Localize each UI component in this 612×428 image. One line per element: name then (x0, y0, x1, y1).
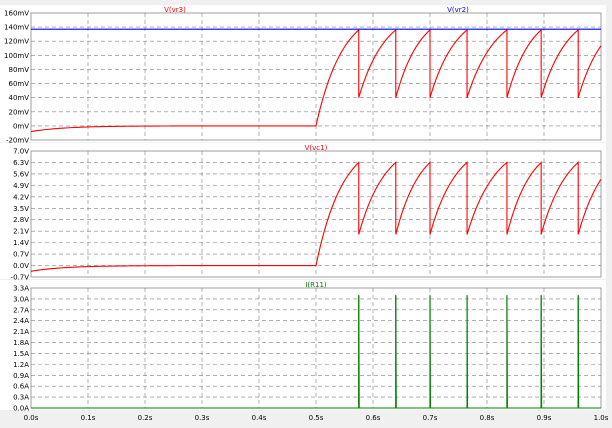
x-tick-label: 0.4s (252, 414, 267, 422)
x-tick-label: 1.0s (594, 414, 609, 422)
y-tick-label: 160mV (4, 10, 29, 18)
pane-voltage-vc1: 7.0V 6.3V 5.6V 4.9V 4.2V 3.5V 2.8V 2.1V 1.4V 0.7V… (0, 143, 606, 282)
y-tick-label: 0.7V (13, 251, 29, 259)
series-legend-label: V(vc1) (305, 144, 328, 152)
y-tick-label: 2.7A (13, 306, 29, 314)
x-tick-label: 0.3s (195, 414, 210, 422)
y-tick-label: 40mV (8, 94, 29, 102)
y-tick-label: 0.9A (13, 372, 29, 380)
y-tick-label: 2.4A (13, 317, 29, 325)
series-legend-label: V(vr2) (447, 6, 469, 14)
x-tick-label: 0.9s (537, 414, 552, 422)
y-tick-label: 4.2V (13, 193, 29, 201)
y-tick-label: 1.2A (13, 361, 29, 369)
y-tick-label: 7.0V (13, 148, 29, 156)
y-tick-label: 6.3V (13, 159, 29, 167)
y-tick-label: 1.8A (13, 339, 29, 347)
y-tick-label: 0.0A (13, 405, 29, 413)
y-tick-label: 80mV (8, 66, 29, 74)
y-tick-label: 0.6A (13, 383, 29, 391)
y-tick-label: 2.8V (13, 216, 29, 224)
x-tick-label: 0.6s (366, 414, 381, 422)
y-tick-label: 1.5A (13, 350, 29, 358)
y-tick-label: 3.5V (13, 205, 29, 213)
oscilloscope-view: 160mV140mV120mV100mV80mV60mV40mV20mV0mV-… (0, 0, 612, 428)
x-tick-label: 0.0s (24, 414, 39, 422)
y-tick-label: 2.1A (13, 328, 29, 336)
series-legend-label: V(vr3) (164, 6, 186, 14)
y-tick-label: 0mV (13, 122, 29, 130)
x-tick-label: 0.8s (480, 414, 495, 422)
y-tick-label: 140mV (4, 24, 29, 32)
series-legend-label: I(R11) (305, 281, 327, 289)
y-tick-label: 100mV (4, 52, 29, 60)
y-tick-label: 4.9V (13, 182, 29, 190)
y-tick-label: 5.6V (13, 170, 29, 178)
y-tick-label: 3.0A (13, 295, 29, 303)
x-tick-label: 0.1s (81, 414, 96, 422)
y-tick-label: 3.3A (13, 285, 29, 293)
y-tick-label: 0.0V (13, 262, 29, 270)
x-tick-label: 0.5s (309, 414, 324, 422)
y-tick-label: 120mV (4, 38, 29, 46)
y-tick-label: 2.1V (13, 228, 29, 236)
x-tick-label: 0.7s (423, 414, 438, 422)
pane-current-r11: 3.3A 3.0A 2.7A 2.4A 2.1A 1.8A 1.5A 1.2A 0.9A 0.6A… (0, 280, 609, 422)
y-tick-label: 1.4V (13, 239, 29, 247)
y-tick-label: 20mV (8, 108, 29, 116)
x-tick-label: 0.2s (138, 414, 153, 422)
y-tick-label: 0.3A (13, 394, 29, 402)
y-tick-label: 60mV (8, 80, 29, 88)
pane-voltage-mv: 160mV140mV120mV100mV80mV60mV40mV20mV0mV-… (0, 5, 606, 145)
